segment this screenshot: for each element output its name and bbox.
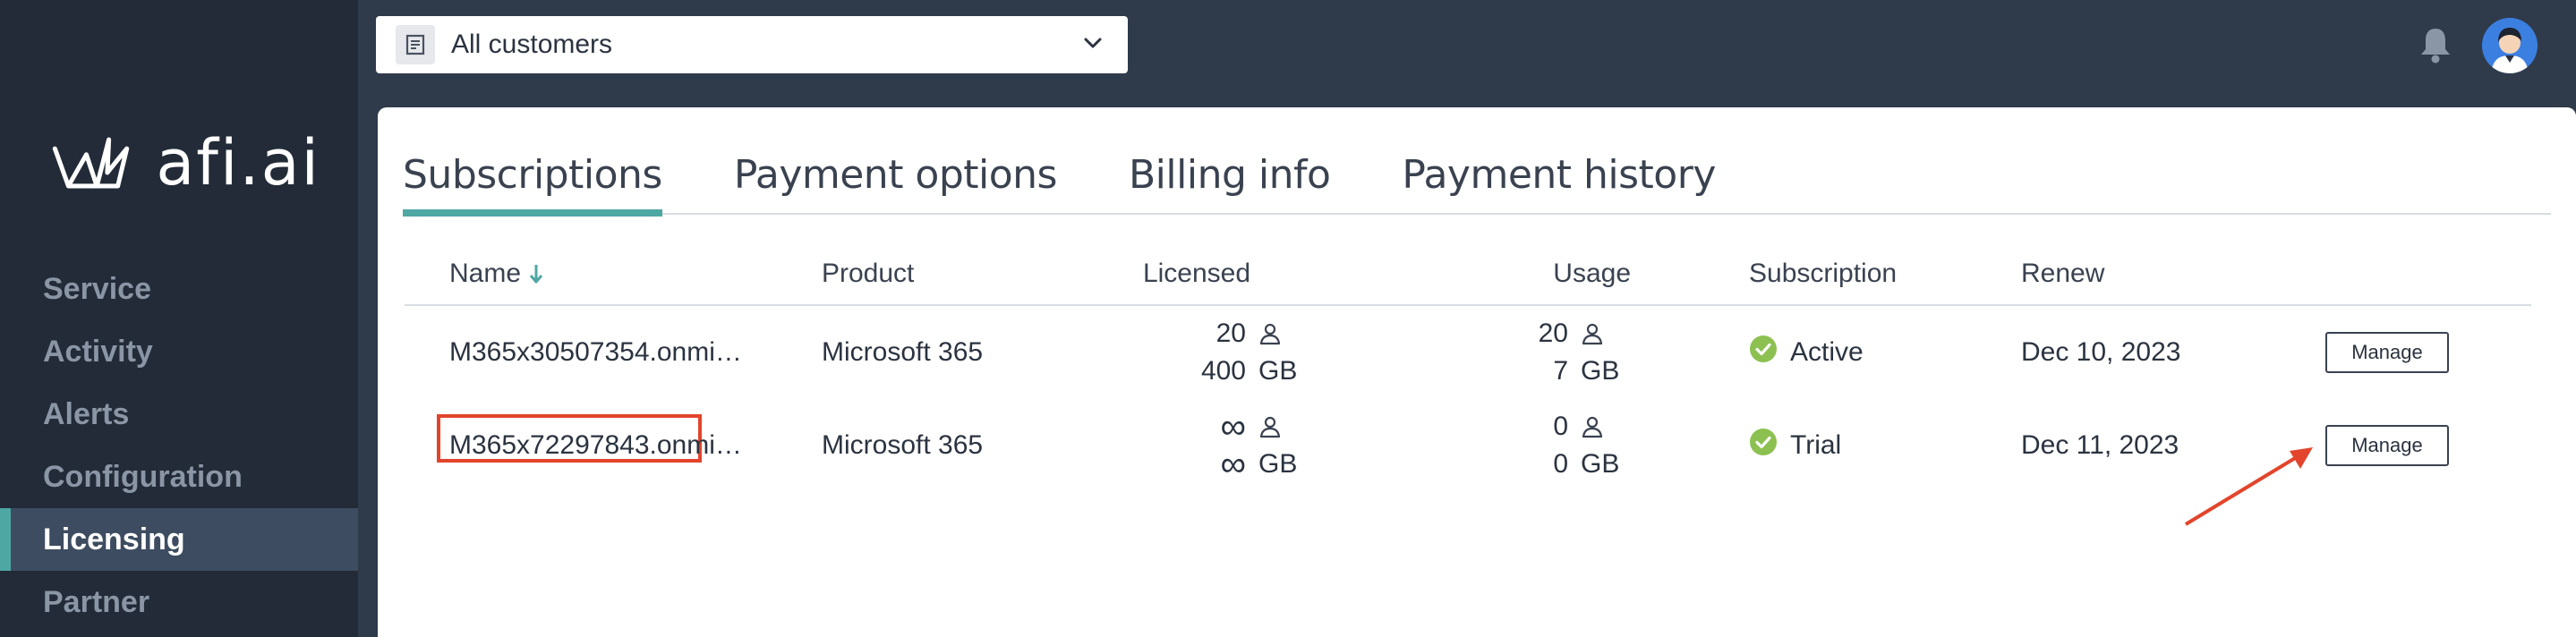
sidebar-item-configuration[interactable]: Configuration (0, 446, 358, 508)
check-circle-icon (1749, 335, 1778, 370)
subscription-name[interactable]: M365x72297843.onmi… (449, 399, 754, 492)
bell-icon[interactable] (2417, 25, 2454, 64)
subscription-status: Trial (1749, 399, 1841, 492)
sidebar-item-partner[interactable]: Partner (0, 571, 358, 633)
usage-users: 0 (1553, 412, 1568, 441)
column-header-product: Product (822, 259, 915, 288)
table-row: M365x30507354.onmi… Microsoft 365 20 400… (405, 306, 2531, 399)
tab-billing-info[interactable]: Billing info (1129, 134, 1331, 215)
licensed-cell: 20 400 GB (1085, 306, 1309, 399)
manage-cell: Manage (2325, 399, 2449, 492)
column-header-name[interactable]: Name (449, 242, 754, 306)
sidebar-item-alerts[interactable]: Alerts (0, 383, 358, 446)
column-header-licensed: Licensed (1142, 259, 1251, 288)
licensed-storage: ∞ (1220, 445, 1246, 484)
tab-payment-history[interactable]: Payment history (1402, 134, 1716, 215)
customer-select-value: All customers (451, 30, 613, 59)
renew-date: Dec 10, 2023 (2021, 337, 2181, 367)
subscription-name[interactable]: M365x30507354.onmi… (449, 306, 754, 399)
subscription-status: Active (1749, 306, 1864, 399)
usage-cell: 20 7 GB (1407, 306, 1631, 399)
column-header-usage: Usage (1553, 259, 1631, 288)
storage-unit: GB (1258, 449, 1298, 479)
usage-users: 20 (1538, 318, 1568, 348)
chevron-down-icon[interactable] (1083, 37, 1103, 54)
licensed-users: ∞ (1220, 407, 1246, 446)
customer-select[interactable]: All customers (376, 16, 1128, 73)
sidebar-item-activity[interactable]: Activity (0, 320, 358, 383)
tab-subscriptions[interactable]: Subscriptions (403, 134, 662, 217)
status-text: Active (1790, 337, 1864, 367)
sidebar-item-licensing[interactable]: Licensing (0, 508, 358, 571)
logo-text: afi.ai (156, 126, 320, 200)
licensed-users: 20 (1215, 318, 1246, 348)
sidebar-nav: Service Activity Alerts Configuration Li… (0, 258, 358, 633)
logo[interactable]: afi.ai (52, 125, 320, 200)
top-bar: All customers (358, 0, 2576, 89)
storage-unit: GB (1581, 449, 1620, 479)
licensed-storage: 400 (1200, 356, 1246, 386)
usage-storage: 0 (1553, 449, 1568, 479)
product-cell: Microsoft 365 (822, 337, 984, 367)
sort-arrow-down-icon[interactable] (528, 262, 544, 285)
usage-storage: 7 (1553, 356, 1568, 386)
document-icon (396, 25, 435, 64)
afi-crown-icon (52, 137, 130, 189)
status-text: Trial (1790, 430, 1842, 460)
sidebar-item-service[interactable]: Service (0, 258, 358, 320)
main-content: Subscriptions Payment options Billing in… (378, 107, 2576, 637)
licensed-cell: ∞ ∞ GB (1085, 399, 1309, 492)
product-cell: Microsoft 365 (822, 430, 984, 460)
check-circle-icon (1749, 428, 1778, 463)
renew-date: Dec 11, 2023 (2021, 430, 2179, 460)
sidebar: afi.ai Service Activity Alerts Configura… (0, 0, 358, 637)
user-icon (1258, 322, 1309, 345)
table-header: Name Product Licensed Usage Subscription… (405, 242, 2531, 306)
manage-button[interactable]: Manage (2325, 332, 2449, 373)
storage-unit: GB (1258, 356, 1298, 386)
manage-cell: Manage (2325, 306, 2449, 399)
usage-cell: 0 0 GB (1407, 399, 1631, 492)
storage-unit: GB (1581, 356, 1620, 386)
tab-bar: Subscriptions Payment options Billing in… (403, 134, 2551, 217)
user-icon (1581, 415, 1631, 438)
column-header-renew: Renew (2021, 259, 2105, 288)
user-icon (1258, 415, 1309, 438)
user-icon (1581, 322, 1631, 345)
annotation-arrow-icon (2184, 447, 2313, 526)
user-avatar[interactable] (2482, 18, 2538, 73)
column-header-subscription: Subscription (1749, 259, 1898, 288)
tab-payment-options[interactable]: Payment options (734, 134, 1058, 215)
manage-button[interactable]: Manage (2325, 425, 2449, 466)
